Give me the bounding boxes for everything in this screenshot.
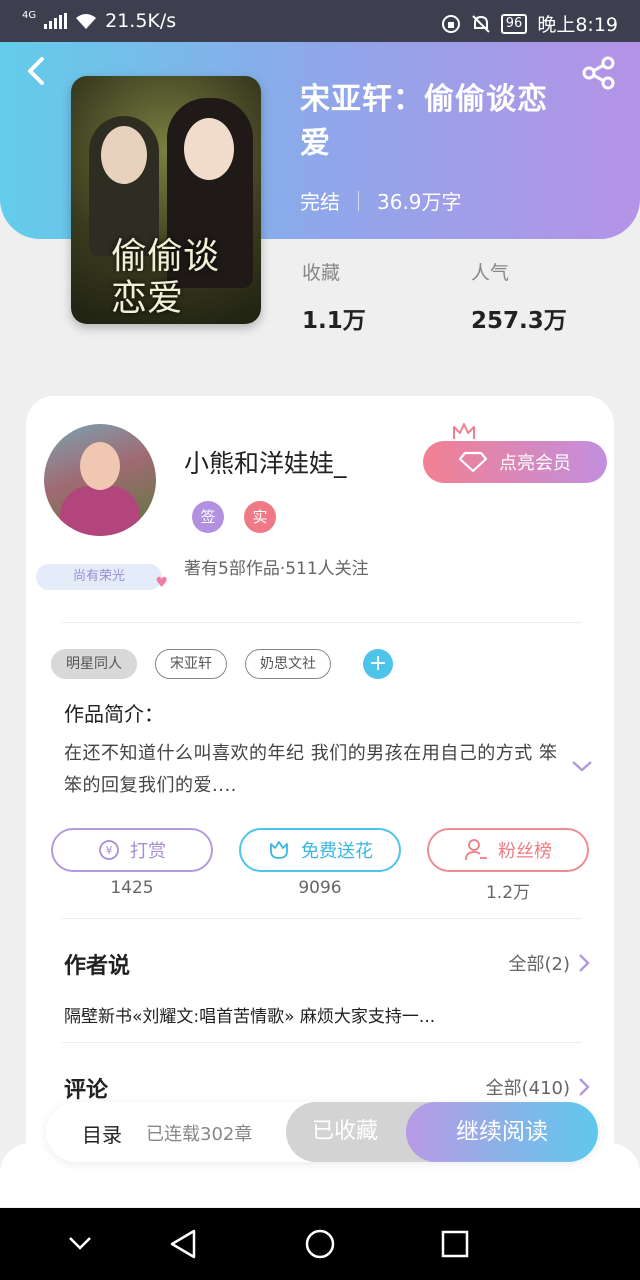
chevron-right-icon	[579, 1078, 590, 1096]
svg-text:¥: ¥	[106, 844, 113, 857]
back-icon[interactable]	[168, 1228, 198, 1260]
intro-text: 在还不知道什么叫喜欢的年纪 我们的男孩在用自己的方式 笨笨的回复我们的爱....	[64, 743, 558, 796]
favorites-label: 收藏	[302, 262, 341, 284]
author-says-text[interactable]: 隔壁新书«刘耀文:唱首苦情歌» 麻烦大家支持一...	[64, 1002, 435, 1027]
author-says-all-link[interactable]: 全部(2)	[509, 950, 591, 976]
signed-badge: 签	[192, 501, 224, 533]
status-bar: 4G 21.5K/s 96 晚上8:19	[0, 0, 640, 42]
comments-heading: 评论	[64, 1078, 109, 1103]
home-icon[interactable]	[303, 1228, 337, 1260]
fan-ranking-button[interactable]: 粉丝榜	[427, 828, 589, 872]
verified-badge: 实	[244, 501, 276, 533]
author-says-all-label: 全部(2)	[508, 954, 571, 975]
favorites-stat: 收藏 1.1万	[302, 258, 366, 335]
serial-status: 已连载302章	[146, 1124, 253, 1145]
divider	[358, 190, 359, 211]
send-flower-button[interactable]: 免费送花	[239, 828, 401, 872]
signal-icon	[44, 13, 68, 29]
hide-nav-icon[interactable]	[66, 1228, 94, 1260]
chevron-right-icon	[579, 954, 590, 972]
book-title: 宋亚轩：偷偷谈恋爱	[300, 82, 548, 161]
author-avatar[interactable]	[44, 424, 156, 536]
favorites-value: 1.1万	[302, 308, 366, 334]
yen-icon: ¥	[99, 840, 119, 860]
book-status: 完结	[300, 190, 340, 214]
diamond-icon	[459, 451, 487, 473]
tag-list: 明星同人 宋亚轩 奶思文社 +	[51, 649, 393, 679]
fan-ranking-label: 粉丝榜	[498, 841, 552, 862]
tag-item[interactable]: 奶思文社	[245, 649, 331, 679]
share-icon[interactable]	[582, 56, 616, 90]
tip-label: 打赏	[130, 841, 166, 862]
mute-icon	[472, 14, 490, 33]
recent-apps-icon[interactable]	[440, 1228, 470, 1260]
tip-count: 1425	[110, 878, 154, 898]
bottom-action-bar: 目录 已连载302章 已收藏 继续阅读	[46, 1102, 598, 1162]
flower-count: 9096	[298, 878, 342, 898]
honor-badge: 尚有荣光 ♥	[36, 564, 168, 591]
author-says-heading: 作者说	[64, 954, 131, 979]
book-word-count: 36.9万字	[377, 190, 462, 214]
add-tag-button[interactable]: +	[363, 649, 393, 679]
clock: 晚上8:19	[537, 14, 618, 36]
book-cover[interactable]: 偷偷谈恋爱	[71, 76, 261, 324]
battery-icon: 96	[500, 13, 528, 34]
book-detail-card: 尚有荣光 ♥ 小熊和洋娃娃_ 签 实 著有5部作品·511人关注 点亮会员 明星…	[26, 396, 614, 1176]
chevron-down-icon[interactable]	[570, 758, 594, 774]
divider	[62, 918, 582, 919]
fan-count: 1.2万	[485, 883, 531, 903]
network-speed: 21.5K/s	[105, 10, 177, 32]
continue-reading-button[interactable]: 继续阅读	[406, 1102, 598, 1162]
honor-label: 尚有荣光	[72, 569, 125, 584]
book-meta: 完结 36.9万字	[300, 186, 462, 215]
divider	[62, 622, 582, 623]
cover-title: 偷偷谈恋爱	[111, 236, 220, 319]
popularity-value: 257.3万	[471, 308, 567, 334]
divider	[62, 1042, 582, 1043]
flower-icon	[270, 841, 288, 859]
popularity-label: 人气	[471, 262, 510, 284]
tip-button[interactable]: ¥ 打赏	[51, 828, 213, 872]
system-nav-bar	[0, 1208, 640, 1280]
intro-heading: 作品简介：	[64, 702, 164, 726]
author-info: 著有5部作品·511人关注	[184, 559, 369, 579]
tag-item[interactable]: 明星同人	[51, 649, 137, 679]
flower-label: 免费送花	[301, 841, 373, 862]
user-icon	[465, 839, 487, 861]
toc-button[interactable]: 目录	[82, 1119, 122, 1148]
comments-all-link[interactable]: 全部(410)	[486, 1074, 590, 1100]
popularity-stat: 人气 257.3万	[471, 258, 567, 335]
network-type: 4G	[22, 9, 37, 21]
comments-all-label: 全部(410)	[485, 1078, 570, 1099]
tag-item[interactable]: 宋亚轩	[155, 649, 227, 679]
wifi-icon	[76, 14, 97, 29]
heart-icon: ♥	[155, 575, 168, 591]
rotation-lock-icon	[441, 14, 460, 33]
vip-button[interactable]: 点亮会员	[423, 441, 607, 483]
crown-icon	[453, 423, 475, 439]
vip-label: 点亮会员	[499, 453, 571, 474]
back-arrow-icon[interactable]	[26, 56, 46, 86]
author-name[interactable]: 小熊和洋娃娃_	[184, 444, 347, 480]
